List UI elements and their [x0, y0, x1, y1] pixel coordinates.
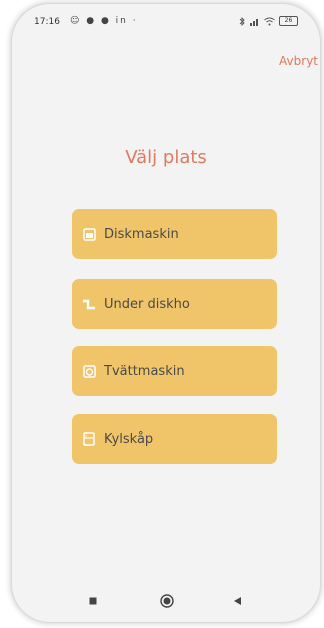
circle-icon [160, 594, 174, 608]
option-under-diskho[interactable]: Under diskho [72, 279, 277, 329]
dishwasher-icon [81, 226, 97, 242]
washing-machine-icon [81, 363, 97, 379]
triangle-left-icon [233, 597, 241, 605]
square-icon [89, 597, 97, 605]
pipe-icon [81, 296, 97, 312]
system-icons: 26 [239, 16, 298, 26]
option-kylskap[interactable]: Kylskåp [72, 414, 277, 464]
option-label: Kylskåp [104, 431, 154, 447]
recent-apps-button[interactable] [84, 592, 102, 610]
phone-frame: 17:16 ☺ ● ● in · 26 Avbryt Välj plats Di… [12, 4, 320, 622]
notification-icons: ☺ ● ● in · [70, 16, 138, 26]
option-label: Tvättmaskin [104, 363, 185, 379]
wifi-icon [264, 17, 275, 25]
status-time: 17:16 [34, 17, 60, 27]
option-label: Under diskho [104, 296, 190, 312]
home-button[interactable] [158, 592, 176, 610]
option-diskmaskin[interactable]: Diskmaskin [72, 209, 277, 259]
fridge-icon [81, 431, 97, 447]
cancel-button[interactable]: Avbryt [279, 54, 318, 68]
page-title: Välj plats [125, 147, 207, 168]
option-label: Diskmaskin [104, 226, 179, 242]
bluetooth-icon [239, 16, 245, 26]
status-bar: 17:16 ☺ ● ● in · 26 [12, 4, 320, 34]
option-tvattmaskin[interactable]: Tvättmaskin [72, 346, 277, 396]
navigation-bar [12, 582, 320, 622]
battery-icon: 26 [279, 16, 298, 26]
signal-icon [250, 18, 258, 26]
back-button[interactable] [228, 592, 246, 610]
